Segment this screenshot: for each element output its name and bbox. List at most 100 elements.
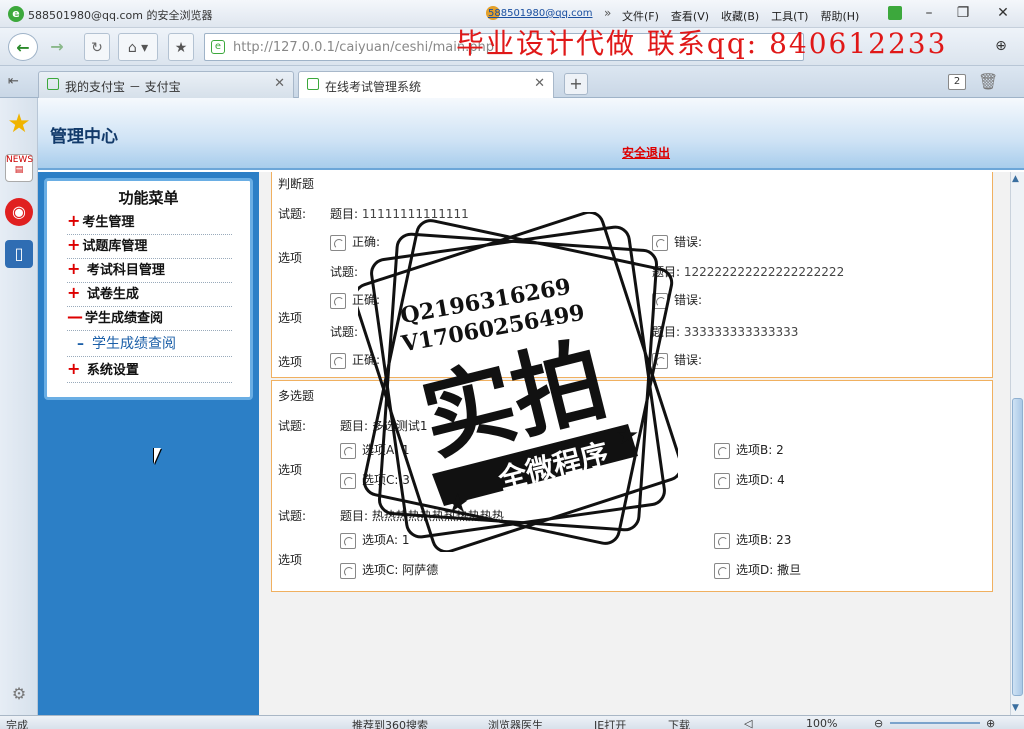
question-value: 333333333333333 bbox=[683, 325, 799, 339]
scroll-up-icon[interactable]: ▲ bbox=[1012, 174, 1019, 184]
radio-button[interactable] bbox=[714, 472, 730, 489]
tab-label: 在线考试管理系统 bbox=[325, 80, 422, 94]
left-panel: 功能菜单 + 考生管理 + 试题库管理 + 考试科目管理 + 试卷生成 — 学生成绩查… bbox=[38, 172, 259, 715]
radio-button[interactable] bbox=[340, 562, 356, 579]
url-text: http://127.0.0.1/caiyuan/ceshi/main.php bbox=[233, 40, 494, 55]
menu-item-question-bank[interactable]: + 试题库管理 bbox=[67, 235, 232, 259]
option-b[interactable]: 选项B: 2 bbox=[714, 441, 784, 459]
weibo-icon[interactable]: ◉ bbox=[5, 198, 33, 226]
radio-button[interactable] bbox=[340, 532, 356, 549]
mobile-icon[interactable]: ▯ bbox=[5, 240, 33, 268]
question-prefix: 题目: bbox=[340, 419, 369, 433]
ie-open-button[interactable]: IE打开 bbox=[594, 717, 626, 729]
radio-button[interactable] bbox=[714, 562, 730, 579]
option-text: 选项A: 1 bbox=[362, 533, 410, 547]
news-icon[interactable]: NEWS ▤ bbox=[5, 154, 33, 182]
recommend-search-button[interactable]: 推荐到360搜索 bbox=[352, 717, 428, 729]
favorite-star-button[interactable]: ★ bbox=[168, 33, 194, 61]
option-c[interactable]: 选项C: 3 bbox=[340, 471, 410, 489]
menu-item-system-settings[interactable]: + 系统设置 bbox=[67, 359, 232, 383]
question-label: 试题: bbox=[278, 207, 307, 221]
option-d[interactable]: 选项D: 撒旦 bbox=[714, 561, 801, 579]
option-a[interactable]: 选项A: 1 bbox=[340, 441, 410, 459]
section-title: 判断题 bbox=[278, 177, 315, 191]
home-button[interactable]: ⌂ ▾ bbox=[118, 33, 158, 61]
plus-icon: + bbox=[67, 283, 81, 302]
question-prefix: 题目: bbox=[330, 207, 359, 221]
radio-true[interactable]: 正确: bbox=[330, 291, 380, 309]
radio-true[interactable]: 正确: bbox=[330, 351, 380, 369]
forward-button[interactable]: → bbox=[42, 33, 72, 61]
option-text: 正确: bbox=[352, 293, 381, 307]
tab-close-icon[interactable]: ✕ bbox=[534, 76, 545, 91]
question-label: 试题: bbox=[278, 509, 307, 523]
menu-item-exam-subjects[interactable]: + 考试科目管理 bbox=[67, 259, 232, 283]
option-b[interactable]: 选项B: 23 bbox=[714, 531, 791, 549]
radio-true[interactable]: 正确: bbox=[330, 233, 380, 251]
option-label: 选项 bbox=[278, 553, 303, 567]
radio-button[interactable] bbox=[340, 442, 356, 459]
radio-false[interactable]: 错误: bbox=[652, 233, 702, 251]
trash-icon[interactable]: 🗑 bbox=[978, 72, 998, 91]
refresh-button[interactable]: ↻ bbox=[84, 33, 110, 61]
overlay-advert-text: 毕业设计代做 联系qq: 840612233 bbox=[456, 27, 948, 60]
zoom-slider[interactable] bbox=[890, 722, 980, 724]
menu-item-paper-generate[interactable]: + 试卷生成 bbox=[67, 283, 232, 307]
radio-button[interactable] bbox=[652, 352, 668, 369]
question-value: 11111111111111 bbox=[361, 207, 469, 221]
plus-icon: + bbox=[67, 235, 81, 254]
option-text: 选项A: 1 bbox=[362, 443, 410, 457]
submenu-item-score-review[interactable]: – 学生成绩查阅 bbox=[67, 333, 232, 357]
new-tab-button[interactable]: + bbox=[564, 73, 588, 95]
favorites-star-icon[interactable]: ★ bbox=[5, 110, 33, 138]
zoom-out-icon[interactable]: ⊖ bbox=[874, 717, 883, 729]
scroll-thumb[interactable] bbox=[1012, 398, 1023, 696]
logout-link[interactable]: 安全退出 bbox=[622, 144, 670, 161]
radio-button[interactable] bbox=[330, 292, 346, 309]
addon-icon[interactable]: ⊕ bbox=[990, 36, 1012, 56]
tab-count-badge[interactable]: 2 bbox=[948, 74, 966, 90]
menu-item-score-review[interactable]: — 学生成绩查阅 bbox=[67, 307, 232, 331]
radio-false[interactable]: 错误: bbox=[652, 351, 702, 369]
skin-icon[interactable] bbox=[888, 6, 902, 20]
radio-button[interactable] bbox=[340, 472, 356, 489]
option-d[interactable]: 选项D: 4 bbox=[714, 471, 785, 489]
minimize-button[interactable]: – bbox=[918, 3, 940, 23]
back-button[interactable]: ← bbox=[8, 33, 38, 61]
vertical-scrollbar[interactable]: ▲ ▼ bbox=[1010, 172, 1024, 715]
option-text: 选项D: 4 bbox=[736, 473, 785, 487]
radio-button[interactable] bbox=[714, 442, 730, 459]
menu-item-label: 系统设置 bbox=[82, 363, 139, 378]
radio-button[interactable] bbox=[330, 234, 346, 251]
download-button[interactable]: 下载 bbox=[668, 717, 690, 729]
plus-icon: + bbox=[67, 359, 81, 378]
gear-icon[interactable]: ⚙ bbox=[5, 680, 33, 708]
question-label: 试题: bbox=[278, 419, 307, 433]
radio-button[interactable] bbox=[652, 292, 668, 309]
scroll-down-icon[interactable]: ▼ bbox=[1012, 703, 1019, 713]
maximize-button[interactable]: ❐ bbox=[952, 3, 974, 23]
zoom-in-icon[interactable]: ⊕ bbox=[986, 717, 995, 729]
option-a[interactable]: 选项A: 1 bbox=[340, 531, 410, 549]
browser-doctor-button[interactable]: 浏览器医生 bbox=[488, 717, 543, 729]
menu-item-label: 考试科目管理 bbox=[82, 263, 165, 278]
zoom-level[interactable]: 100% bbox=[806, 717, 837, 729]
tab-close-icon[interactable]: ✕ bbox=[274, 76, 285, 91]
double-chevron-icon[interactable]: » bbox=[604, 6, 611, 20]
speaker-icon[interactable]: ◁ bbox=[744, 717, 752, 729]
close-window-button[interactable]: ✕ bbox=[992, 3, 1014, 23]
radio-false[interactable]: 错误: bbox=[652, 291, 702, 309]
user-account-link[interactable]: 588501980@qq.com bbox=[488, 8, 593, 19]
radio-button[interactable] bbox=[330, 352, 346, 369]
option-text: 错误: bbox=[674, 235, 703, 249]
radio-button[interactable] bbox=[714, 532, 730, 549]
menu-title: 功能菜单 bbox=[118, 189, 179, 207]
radio-button[interactable] bbox=[652, 234, 668, 251]
function-menu: 功能菜单 + 考生管理 + 试题库管理 + 考试科目管理 + 试卷生成 — 学生成绩查… bbox=[44, 178, 253, 400]
tab-alipay[interactable]: 我的支付宝 － 支付宝 ✕ bbox=[38, 71, 294, 98]
sidebar-toggle-icon[interactable]: ⇤ bbox=[8, 74, 19, 89]
option-text: 错误: bbox=[674, 353, 703, 367]
tab-exam-system[interactable]: 在线考试管理系统 ✕ bbox=[298, 71, 554, 98]
menu-item-student-manage[interactable]: + 考生管理 bbox=[67, 211, 232, 235]
option-c[interactable]: 选项C: 阿萨德 bbox=[340, 561, 438, 579]
